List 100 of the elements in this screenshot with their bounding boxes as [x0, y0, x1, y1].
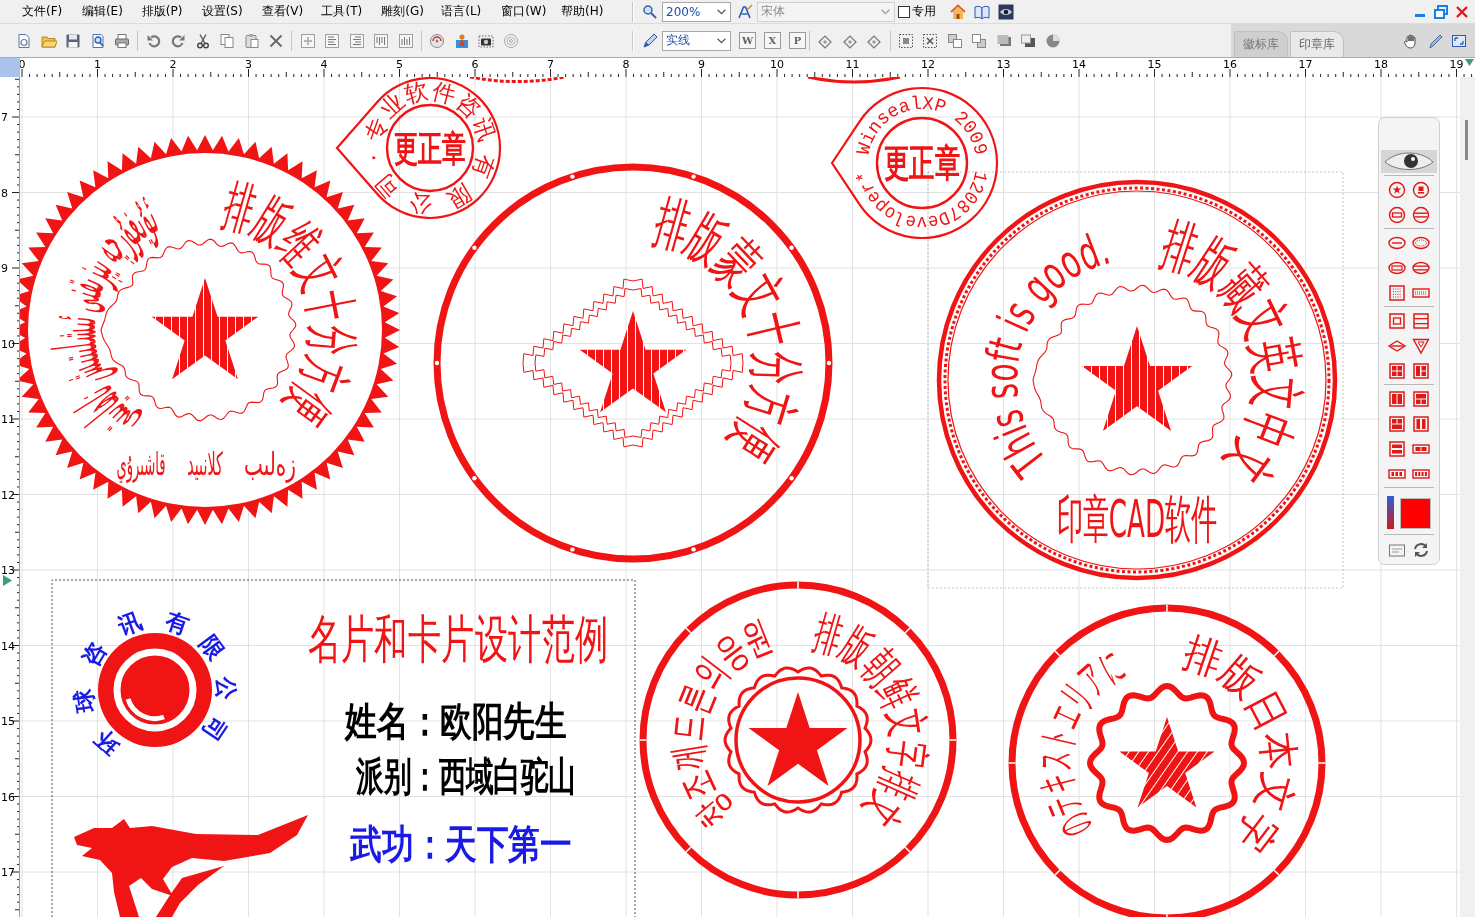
new-document-icon[interactable]: [16, 32, 32, 49]
paste-icon[interactable]: [243, 32, 260, 49]
line-style-select[interactable]: 实线: [662, 30, 731, 51]
refresh-icon[interactable]: [1412, 541, 1430, 559]
ruler-number: 14: [1072, 58, 1086, 71]
menu-item[interactable]: 编辑(E): [73, 0, 134, 23]
oval-dotted-icon[interactable]: [1412, 234, 1430, 252]
redo-icon[interactable]: [170, 32, 186, 49]
ruler-number: 17: [1, 866, 15, 879]
align-bottom-icon[interactable]: [397, 32, 414, 49]
star-icon: [1119, 717, 1215, 808]
ruler-marker-icon[interactable]: [1465, 59, 1474, 66]
pie-chart-icon[interactable]: [1044, 32, 1061, 49]
card-text-line: 武功：天下第一: [350, 821, 572, 868]
eye-icon[interactable]: [1381, 150, 1437, 173]
shadow-box-icon[interactable]: [995, 32, 1012, 49]
scissors-icon[interactable]: [194, 32, 211, 49]
save-icon[interactable]: [65, 32, 81, 49]
menu-item[interactable]: 工具(T): [313, 0, 374, 23]
restore-icon[interactable]: [1433, 3, 1449, 20]
menu-item[interactable]: 语言(L): [433, 0, 494, 23]
quad-square-icon[interactable]: [1388, 362, 1406, 380]
menu-item[interactable]: 文件(F): [14, 0, 74, 23]
menu-item[interactable]: 查看(V): [253, 0, 314, 23]
hand-icon[interactable]: [1403, 32, 1419, 49]
split-square-icon[interactable]: [1412, 362, 1430, 380]
ruler-number: 16: [1, 790, 15, 804]
print-preview-icon[interactable]: [89, 32, 106, 49]
ruler-corner: [0, 58, 20, 77]
two-row-icon[interactable]: [1388, 440, 1406, 458]
font-icon[interactable]: [737, 3, 753, 20]
menu-item[interactable]: 设置(S): [193, 0, 254, 23]
menu-item[interactable]: 排版(P): [133, 0, 194, 23]
align-left-icon[interactable]: [324, 32, 340, 49]
checkbox-label[interactable]: 专用: [912, 3, 936, 20]
disc-icon[interactable]: [429, 32, 445, 49]
split-square-icon[interactable]: [1412, 390, 1430, 408]
export-button[interactable]: X: [764, 32, 781, 49]
ruler-number: 13: [996, 58, 1011, 71]
square-frame-icon[interactable]: [1388, 312, 1406, 330]
ruler-number: 0: [20, 58, 26, 71]
oval-lines-icon[interactable]: [1388, 234, 1406, 252]
card-text-line: 姓名：欧阳先生: [345, 698, 567, 745]
logo-ring-text: 环球咨讯: [70, 607, 146, 760]
caret-icon: [881, 8, 890, 15]
pen-icon[interactable]: [1427, 32, 1443, 49]
color-swatch[interactable]: [1400, 498, 1431, 529]
split-square-icon[interactable]: [1388, 415, 1406, 433]
select-box-icon[interactable]: [897, 32, 914, 49]
ruler-number: 4: [320, 58, 328, 71]
menu-item[interactable]: 帮助(H): [553, 0, 613, 23]
oval-double-bar-icon[interactable]: [1412, 259, 1430, 277]
triangle-icon[interactable]: [1412, 337, 1430, 355]
camera-icon[interactable]: [478, 32, 494, 49]
ruler-number: 1: [94, 58, 101, 71]
scrollbar-thumb[interactable]: [1465, 120, 1468, 160]
ruler-number: 9: [698, 58, 705, 71]
ruler-number: 8: [1, 186, 8, 200]
oval-bar-icon[interactable]: [1388, 259, 1406, 277]
banded-square-icon[interactable]: [1412, 312, 1430, 330]
menu-item[interactable]: 雕刻(G): [373, 0, 434, 23]
person-icon[interactable]: [453, 32, 470, 49]
ruler-marker-icon[interactable]: [3, 575, 12, 586]
layer-box-icon[interactable]: [1020, 32, 1037, 49]
split-square-icon[interactable]: [1388, 390, 1406, 408]
stamp-ring[interactable]: [1007, 603, 1327, 917]
fit-screen-icon[interactable]: [1451, 32, 1467, 49]
eye-icon[interactable]: [998, 3, 1014, 20]
stamp-bottom-text: زەلىب: [244, 445, 296, 483]
delete-icon[interactable]: [268, 32, 284, 49]
export-button[interactable]: P: [789, 32, 806, 49]
zoom-select[interactable]: 200%: [662, 1, 731, 22]
book-icon[interactable]: [974, 3, 990, 20]
stamp-ring-text: 排版朝鲜文字排文: [808, 604, 939, 854]
caret-icon: [717, 8, 726, 15]
color-gradient-icon[interactable]: [1387, 496, 1394, 529]
checkbox[interactable]: [898, 5, 910, 18]
library-tab[interactable]: 印章库: [1290, 31, 1344, 57]
ruler-number: 11: [1, 413, 15, 426]
undo-icon[interactable]: [145, 32, 162, 49]
bring-forward-icon[interactable]: [946, 32, 963, 49]
deselect-box-icon[interactable]: [922, 32, 939, 49]
circle-bar-icon[interactable]: [1388, 206, 1406, 224]
close-icon[interactable]: [1454, 3, 1470, 20]
menu-item[interactable]: 窗口(W): [493, 0, 553, 23]
align-center-icon[interactable]: [299, 32, 316, 49]
pencil-icon[interactable]: [642, 32, 658, 49]
align-top-icon[interactable]: [373, 32, 389, 49]
copy-icon[interactable]: [219, 32, 235, 49]
ruler-number: 13: [1, 564, 15, 577]
card-icon[interactable]: [1388, 541, 1406, 559]
send-backward-icon[interactable]: [971, 32, 988, 49]
dotted-square-icon[interactable]: [1388, 284, 1406, 302]
align-right-icon[interactable]: [348, 32, 365, 49]
export-button[interactable]: W: [739, 32, 756, 49]
circle-double-bar-icon[interactable]: [1412, 206, 1430, 224]
zoom-icon[interactable]: [642, 3, 658, 20]
two-column-icon[interactable]: [1412, 415, 1430, 433]
printer-icon[interactable]: [114, 32, 130, 49]
home-icon[interactable]: [950, 3, 966, 20]
